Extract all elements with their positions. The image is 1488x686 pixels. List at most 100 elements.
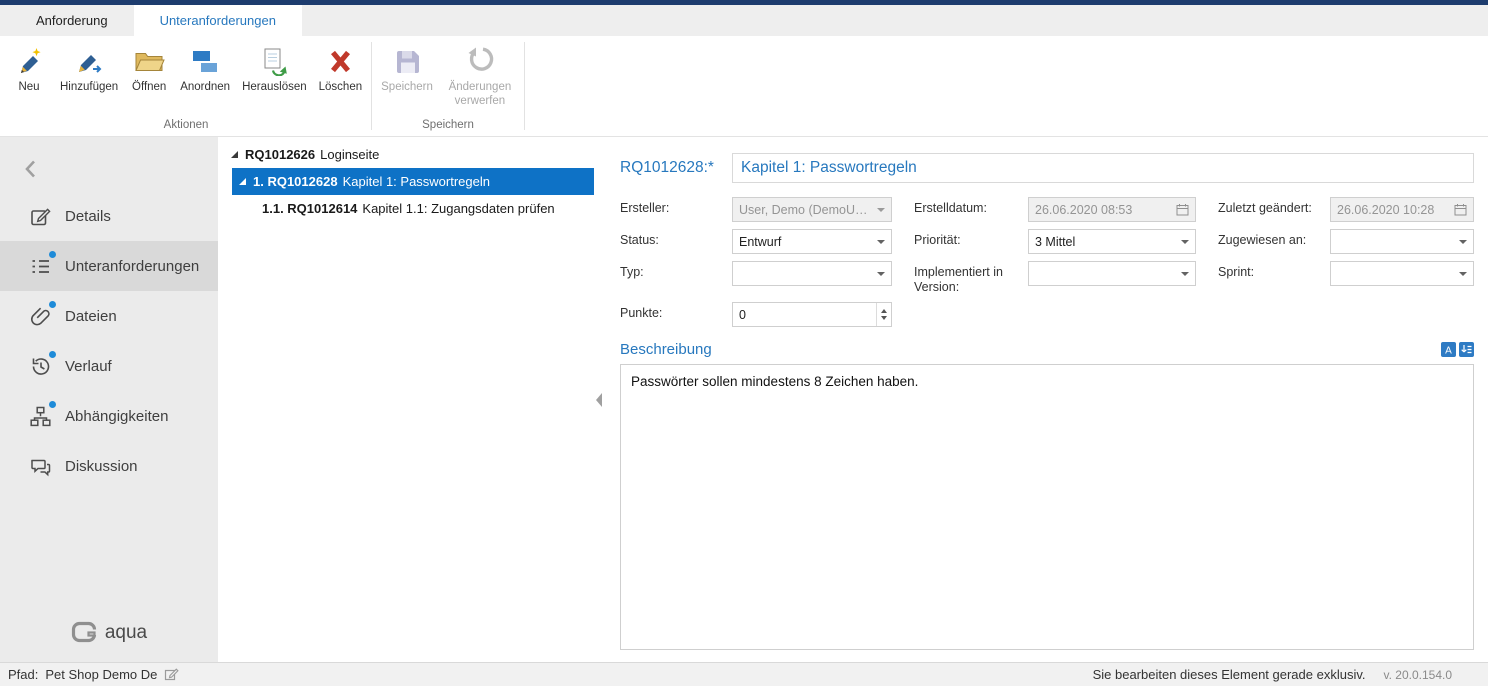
chevron-down-icon [1181,272,1189,280]
sidebar-item-verlauf[interactable]: Verlauf [0,341,218,391]
zuletzt-geaendert-field[interactable]: 26.06.2020 10:28 [1330,197,1474,222]
loeschen-button[interactable]: Löschen [313,40,368,94]
beschreibung-header: Beschreibung [620,341,712,358]
up-arrow-icon[interactable] [881,306,887,313]
sprint-select[interactable] [1330,261,1474,286]
add-icon [73,45,105,77]
sidebar-item-abhaengigkeiten[interactable]: Abhängigkeiten [0,391,218,441]
attributes-form: Ersteller: User, Demo (DemoUs ... Erstel… [620,197,1474,327]
requirement-id-label: RQ1012628:* [620,159,732,177]
ersteller-label: Ersteller: [620,197,732,216]
zugewiesen-an-label: Zugewiesen an: [1218,229,1330,248]
app-version: v. 20.0.154.0 [1384,668,1453,682]
paperclip-icon [28,304,52,328]
status-label: Status: [620,229,732,248]
tab-anforderung[interactable]: Anforderung [10,5,134,36]
tree-item-rq1012628[interactable]: 1. RQ1012628 Kapitel 1: Passwortregeln [232,168,594,195]
pfad-value: Pet Shop Demo De [45,667,157,682]
notification-dot [49,401,56,408]
arrange-icon [189,45,221,77]
typ-select[interactable] [732,261,892,286]
ribbon-toolbar: Neu Hinzufügen [0,36,1488,137]
panel-splitter[interactable] [594,137,612,662]
implementiert-in-version-select[interactable] [1028,261,1196,286]
ribbon-separator [371,42,372,130]
tree-item-rq1012614[interactable]: 1.1. RQ1012614 Kapitel 1.1: Zugangsdaten… [232,195,594,222]
prioritaet-label: Priorität: [914,229,1028,248]
hinzufuegen-button[interactable]: Hinzufügen [54,40,124,94]
sidebar-item-details[interactable]: Details [0,191,218,241]
calendar-icon [1454,203,1467,216]
expander-icon[interactable] [236,177,248,186]
requirements-tree: RQ1012626 Loginseite 1. RQ1012628 Kapite… [218,137,594,662]
stepper-arrows[interactable] [876,303,891,326]
notification-dot [49,301,56,308]
tab-unteranforderungen[interactable]: Unteranforderungen [134,5,302,36]
zuletzt-geaendert-label: Zuletzt geändert: [1218,197,1330,216]
implementiert-in-version-label: Implementiert in Version: [914,261,1028,295]
sprint-label: Sprint: [1218,261,1330,280]
list-icon [28,254,52,278]
neu-button[interactable]: Neu [4,40,54,94]
chevron-down-icon [877,208,885,216]
sidebar-item-unteranforderungen[interactable]: Unteranforderungen [0,241,218,291]
edit-path-icon[interactable] [164,667,179,682]
oeffnen-button[interactable]: Öffnen [124,40,174,94]
zugewiesen-an-select[interactable] [1330,229,1474,254]
punkte-stepper[interactable]: 0 [732,302,892,327]
spellcheck-icon[interactable]: A [1441,342,1456,357]
erstelldatum-field[interactable]: 26.06.2020 08:53 [1028,197,1196,222]
notification-dot [49,351,56,358]
expander-icon[interactable] [228,150,240,159]
down-arrow-icon[interactable] [881,316,887,323]
aqua-logo-icon [71,621,98,644]
ribbon-group-aktionen: Neu Hinzufügen [4,36,368,136]
group-label-speichern: Speichern [375,119,521,136]
aenderungen-verwerfen-button[interactable]: Änderungen verwerfen [439,40,521,109]
undo-icon [464,45,496,77]
anordnen-button[interactable]: Anordnen [174,40,236,94]
erstelldatum-label: Erstelldatum: [914,197,1028,216]
sidebar-item-diskussion[interactable]: Diskussion [0,441,218,491]
group-label-aktionen: Aktionen [4,119,368,136]
speichern-button[interactable]: Speichern [375,40,439,94]
chevron-down-icon [1459,240,1467,248]
pfad-label: Pfad: [8,667,38,682]
ribbon-group-speichern: Speichern Änderungen verwerfen Speichern [375,36,521,136]
punkte-label: Punkte: [620,302,732,321]
chevron-left-icon [20,157,42,181]
back-button[interactable] [0,147,218,191]
chevron-down-icon [877,240,885,248]
edit-icon [28,204,52,228]
chevron-down-icon [1459,272,1467,280]
status-bar: Pfad: Pet Shop Demo De Sie bearbeiten di… [0,662,1488,686]
title-input[interactable] [732,153,1474,183]
extract-icon [258,45,290,77]
new-wand-icon [13,45,45,77]
tree-item-rq1012626[interactable]: RQ1012626 Loginseite [224,141,594,168]
herausloesen-button[interactable]: Herauslösen [236,40,313,94]
requirement-detail-panel: RQ1012628:* Ersteller: User, Demo (DemoU… [612,137,1488,662]
sidebar-item-dateien[interactable]: Dateien [0,291,218,341]
collapse-panel-icon[interactable] [596,393,602,407]
svg-text:A: A [1445,346,1452,357]
notification-dot [49,251,56,258]
sort-az-icon[interactable] [1459,342,1474,357]
folder-open-icon [133,45,165,77]
delete-icon [324,45,356,77]
ribbon-separator [524,42,525,130]
typ-label: Typ: [620,261,732,280]
dependencies-icon [28,404,52,428]
aqua-logo: aqua [0,621,218,644]
prioritaet-select[interactable]: 3 Mittel [1028,229,1196,254]
description-editor[interactable]: Passwörter sollen mindestens 8 Zeichen h… [620,364,1474,650]
status-select[interactable]: Entwurf [732,229,892,254]
save-icon [391,45,423,77]
history-icon [28,354,52,378]
calendar-icon [1176,203,1189,216]
ersteller-select[interactable]: User, Demo (DemoUs ... [732,197,892,222]
sidebar: Details Unteranforderungen Dateien [0,137,218,662]
exclusive-edit-status: Sie bearbeiten dieses Element gerade exk… [1093,667,1366,682]
tab-bar: Anforderung Unteranforderungen [0,5,1488,36]
discussion-icon [28,454,52,478]
